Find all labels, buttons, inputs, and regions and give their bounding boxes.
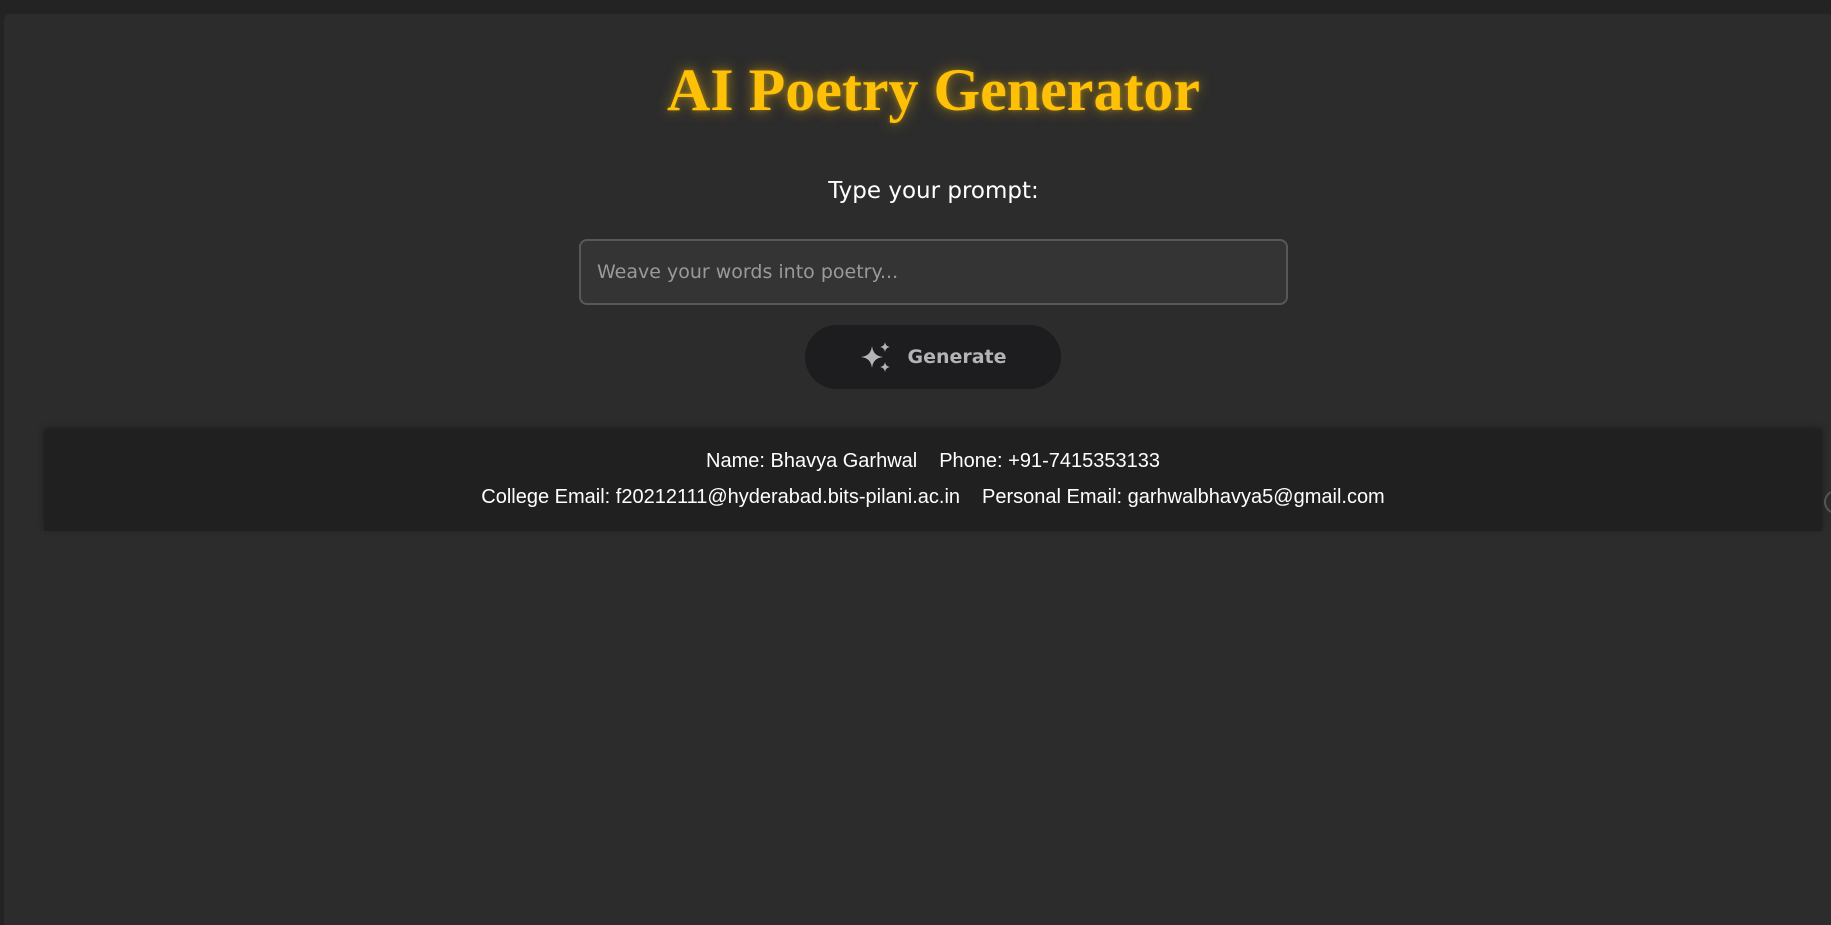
footer-college-email: College Email: f20212111@hyderabad.bits-… <box>481 486 961 508</box>
footer-line-2: College Email: f20212111@hyderabad.bits-… <box>44 484 1822 510</box>
generate-button[interactable]: Generate <box>805 325 1061 389</box>
generate-button-label: Generate <box>907 346 1007 368</box>
footer-phone: Phone: +91-7415353133 <box>939 450 1160 472</box>
prompt-label: Type your prompt: <box>828 178 1039 204</box>
footer-personal-email: Personal Email: garhwalbhavya5@gmail.com <box>982 486 1385 508</box>
prompt-input[interactable] <box>579 239 1288 305</box>
page-title: AI Poetry Generator <box>666 57 1201 123</box>
sparkle-icon <box>859 340 893 374</box>
footer-line-1: Name: Bhavya Garhwal Phone: +91-741535313… <box>44 448 1822 474</box>
contact-footer: Name: Bhavya Garhwal Phone: +91-741535313… <box>44 430 1822 531</box>
footer-name: Name: Bhavya Garhwal <box>706 450 918 472</box>
